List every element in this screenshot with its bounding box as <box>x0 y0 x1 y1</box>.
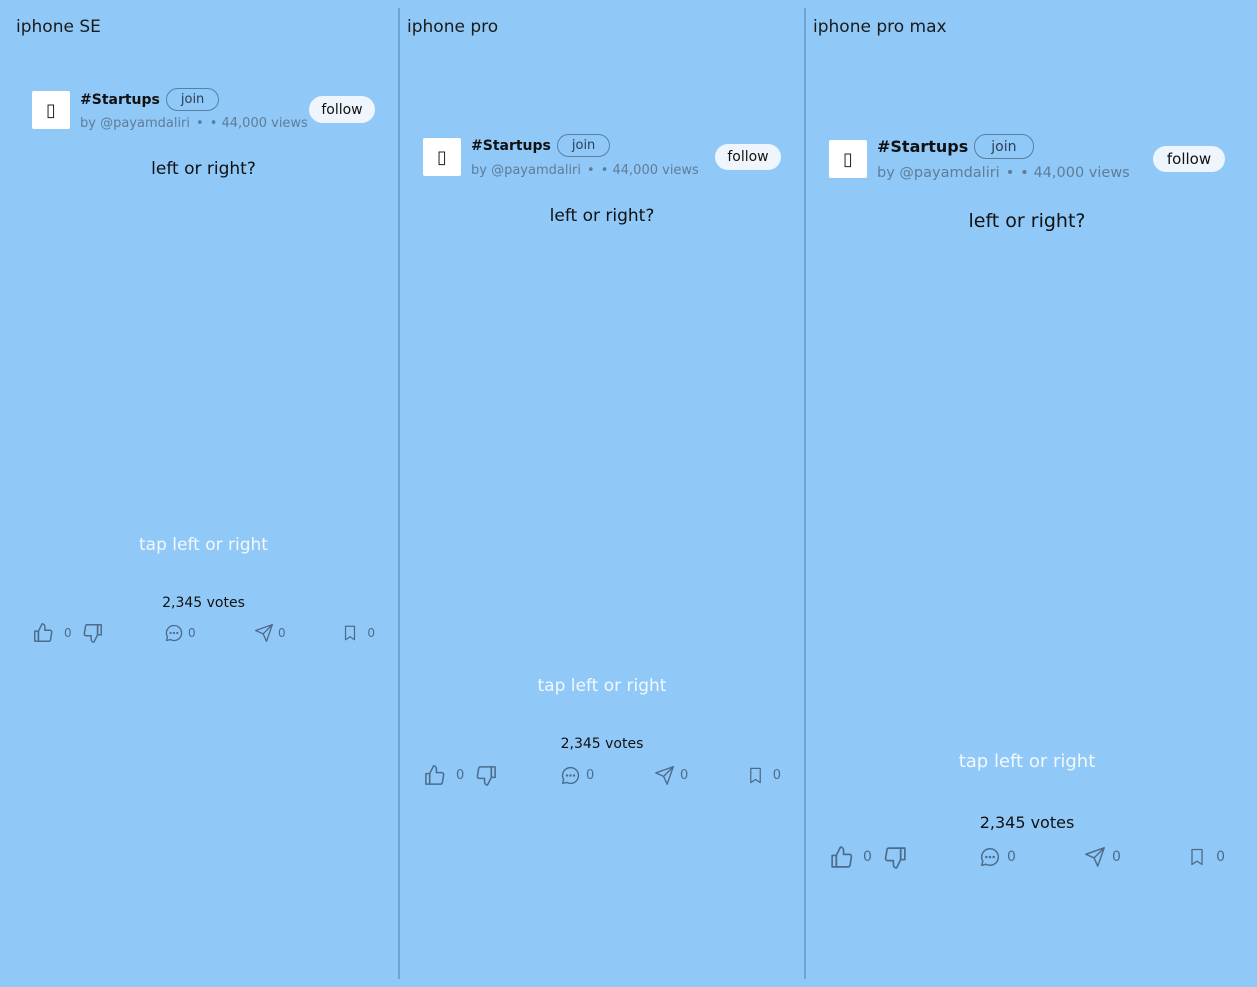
like-count: 0 <box>456 767 465 783</box>
like-count: 0 <box>863 849 872 865</box>
community-tag[interactable]: #Startups <box>80 92 160 108</box>
send-icon <box>255 624 273 642</box>
save-button[interactable]: 0 <box>341 623 375 643</box>
tap-hint[interactable]: tap left or right <box>32 535 375 555</box>
follow-button[interactable]: follow <box>1153 146 1225 172</box>
community-tag[interactable]: #Startups <box>877 137 968 156</box>
app-icon: ▯ <box>46 99 56 121</box>
thumbs-down-icon <box>476 765 496 786</box>
comment-icon <box>165 624 183 642</box>
share-button[interactable]: 0 <box>654 765 688 786</box>
join-button[interactable]: join <box>556 134 611 157</box>
tap-hint[interactable]: tap left or right <box>423 676 781 696</box>
action-bar: 0 0 0 0 <box>423 763 781 787</box>
save-button[interactable]: 0 <box>746 765 781 786</box>
poll-question: left or right? <box>549 206 655 226</box>
vote-count: 2,345 votes <box>979 813 1075 832</box>
meta-separator: • <box>1005 165 1015 181</box>
dislike-button[interactable] <box>82 622 104 644</box>
author-handle[interactable]: by @payamdaliri <box>471 163 581 178</box>
share-count: 0 <box>1112 849 1121 865</box>
column-title: iphone SE <box>16 17 101 37</box>
send-icon <box>655 765 674 785</box>
author-handle[interactable]: by @payamdaliri <box>80 116 190 131</box>
thumbs-up-icon <box>831 845 853 868</box>
tap-hint[interactable]: tap left or right <box>829 751 1225 772</box>
app-icon: ▯ <box>843 148 853 170</box>
post-card: ▯ #Startups join by @payamdaliri • • 44,… <box>829 133 1225 873</box>
avatar[interactable]: ▯ <box>423 138 461 176</box>
comment-button[interactable]: 0 <box>560 765 594 786</box>
comment-count: 0 <box>1007 849 1016 865</box>
dislike-button[interactable] <box>883 845 908 870</box>
share-count: 0 <box>278 626 286 640</box>
avatar[interactable]: ▯ <box>829 140 867 178</box>
action-bar: 0 0 0 0 <box>32 622 375 644</box>
share-button[interactable]: 0 <box>1084 846 1121 868</box>
share-button[interactable]: 0 <box>254 623 286 643</box>
thumbs-up-icon <box>34 623 53 642</box>
send-icon <box>1085 847 1105 867</box>
thumbs-up-icon <box>425 764 445 785</box>
comment-button[interactable]: 0 <box>979 846 1016 868</box>
join-button[interactable]: join <box>165 88 220 111</box>
view-count: • 44,000 views <box>1020 165 1130 181</box>
like-count: 0 <box>64 626 72 640</box>
post-card: ▯ #Startups join by @payamdaliri • • 44,… <box>423 133 781 793</box>
action-bar: 0 0 0 0 <box>829 844 1225 870</box>
bookmark-icon <box>345 625 356 641</box>
like-button[interactable]: 0 <box>423 764 464 787</box>
vote-count: 2,345 votes <box>162 595 245 611</box>
follow-button[interactable]: follow <box>715 144 781 170</box>
meta-separator: • <box>587 163 595 178</box>
thumbs-down-icon <box>884 846 906 869</box>
author-handle[interactable]: by @payamdaliri <box>877 165 1000 181</box>
poll-question: left or right? <box>968 210 1086 232</box>
comment-icon <box>980 848 1000 866</box>
poll-question: left or right? <box>151 159 256 179</box>
bookmark-icon <box>1191 848 1203 866</box>
like-button[interactable]: 0 <box>32 622 72 644</box>
avatar[interactable]: ▯ <box>32 91 70 129</box>
column-title: iphone pro <box>407 17 499 37</box>
thumbs-down-icon <box>83 624 102 643</box>
view-count: • 44,000 views <box>209 116 308 131</box>
save-count: 0 <box>772 767 781 783</box>
vote-count: 2,345 votes <box>560 736 644 752</box>
share-count: 0 <box>680 767 689 783</box>
device-column-pro: iphone pro ▯ #Startups join by @payamdal… <box>400 0 804 987</box>
dislike-button[interactable] <box>475 764 498 787</box>
view-count: • 44,000 views <box>600 163 699 178</box>
device-column-se: iphone SE ▯ #Startups join by @payamdali… <box>0 0 398 987</box>
save-count: 0 <box>1216 849 1225 865</box>
comment-count: 0 <box>188 626 196 640</box>
like-button[interactable]: 0 <box>829 845 872 870</box>
community-tag[interactable]: #Startups <box>471 138 551 154</box>
save-count: 0 <box>367 626 375 640</box>
join-button[interactable]: join <box>974 134 1034 159</box>
device-column-pro-max: iphone pro max ▯ #Startups join by @paya… <box>806 0 1257 987</box>
post-card: ▯ #Startups join by @payamdaliri • • 44,… <box>32 86 375 651</box>
comment-icon <box>561 766 580 784</box>
follow-button[interactable]: follow <box>309 96 375 123</box>
meta-separator: • <box>196 116 204 131</box>
save-button[interactable]: 0 <box>1187 846 1225 868</box>
app-icon: ▯ <box>437 146 447 168</box>
comment-count: 0 <box>586 767 595 783</box>
comment-button[interactable]: 0 <box>164 623 196 643</box>
column-title: iphone pro max <box>813 17 947 37</box>
bookmark-icon <box>749 767 761 783</box>
